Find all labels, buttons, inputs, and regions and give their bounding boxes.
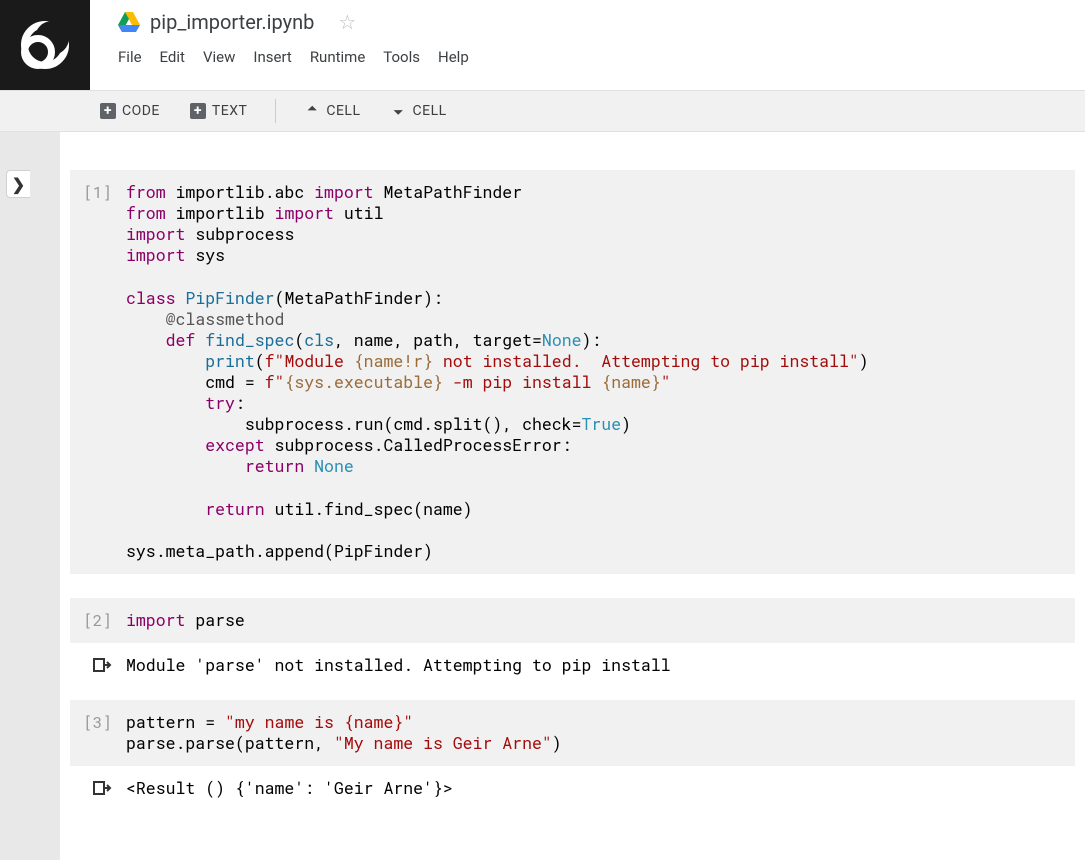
code-cell: [3] pattern = "my name is {name}" parse.… — [70, 700, 1075, 799]
cell-down-label: CELL — [413, 103, 447, 119]
move-cell-up-button[interactable]: 🞁 CELL — [294, 100, 370, 122]
add-code-cell-button[interactable]: + CODE — [90, 100, 170, 122]
left-rail: ❯ — [0, 132, 30, 860]
code-editor[interactable]: pattern = "my name is {name}" parse.pars… — [126, 708, 1065, 758]
header: pip_importer.ipynb ☆ File Edit View Inse… — [0, 0, 1085, 90]
colab-logo-icon — [21, 21, 69, 69]
toolbar-separator — [275, 99, 276, 123]
cell-prompt: [1] — [70, 178, 126, 203]
menu-help[interactable]: Help — [438, 48, 469, 66]
plus-icon: + — [190, 103, 206, 119]
code-cell: [2] import parse Module 'parse' not inst… — [70, 598, 1075, 676]
menu-tools[interactable]: Tools — [383, 48, 420, 66]
code-cell-input[interactable]: [1] from importlib.abc import MetaPathFi… — [70, 170, 1075, 574]
cell-prompt: [3] — [70, 708, 126, 733]
menu-insert[interactable]: Insert — [253, 48, 291, 66]
colab-logo — [0, 0, 90, 90]
add-code-label: CODE — [122, 103, 160, 119]
output-icon[interactable] — [70, 776, 126, 798]
cell-prompt: [2] — [70, 606, 126, 631]
code-cell-input[interactable]: [3] pattern = "my name is {name}" parse.… — [70, 700, 1075, 766]
notebook-gutter — [30, 132, 60, 860]
arrow-down-icon: 🞃 — [391, 103, 407, 119]
menu-runtime[interactable]: Runtime — [310, 48, 365, 66]
drive-icon — [118, 12, 140, 32]
toolbar: + CODE + TEXT 🞁 CELL 🞃 CELL — [0, 90, 1085, 132]
menu-view[interactable]: View — [203, 48, 235, 66]
add-text-cell-button[interactable]: + TEXT — [180, 100, 257, 122]
chevron-right-icon: ❯ — [12, 175, 25, 194]
code-cell-input[interactable]: [2] import parse — [70, 598, 1075, 643]
cell-up-label: CELL — [326, 103, 360, 119]
title-area: pip_importer.ipynb ☆ File Edit View Inse… — [90, 0, 1085, 76]
arrow-up-icon: 🞁 — [304, 103, 320, 119]
output-icon[interactable] — [70, 653, 126, 675]
move-cell-down-button[interactable]: 🞃 CELL — [381, 100, 457, 122]
expand-sidebar-button[interactable]: ❯ — [6, 170, 30, 198]
menu-bar: File Edit View Insert Runtime Tools Help — [118, 34, 1085, 76]
code-editor[interactable]: from importlib.abc import MetaPathFinder… — [126, 178, 1065, 566]
menu-file[interactable]: File — [118, 48, 142, 66]
menu-edit[interactable]: Edit — [160, 48, 185, 66]
star-icon[interactable]: ☆ — [338, 10, 356, 34]
plus-icon: + — [100, 103, 116, 119]
add-text-label: TEXT — [212, 103, 247, 119]
code-editor[interactable]: import parse — [126, 606, 1065, 635]
main-area: ❯ [1] from importlib.abc import MetaPath… — [0, 132, 1085, 860]
notebook: [1] from importlib.abc import MetaPathFi… — [60, 146, 1085, 860]
cell-output: <Result () {'name': 'Geir Arne'}> — [70, 766, 1075, 799]
output-text: <Result () {'name': 'Geir Arne'}> — [126, 776, 1075, 799]
output-text: Module 'parse' not installed. Attempting… — [126, 653, 1075, 676]
code-cell: [1] from importlib.abc import MetaPathFi… — [70, 170, 1075, 574]
document-title[interactable]: pip_importer.ipynb — [150, 10, 314, 34]
cell-output: Module 'parse' not installed. Attempting… — [70, 643, 1075, 676]
